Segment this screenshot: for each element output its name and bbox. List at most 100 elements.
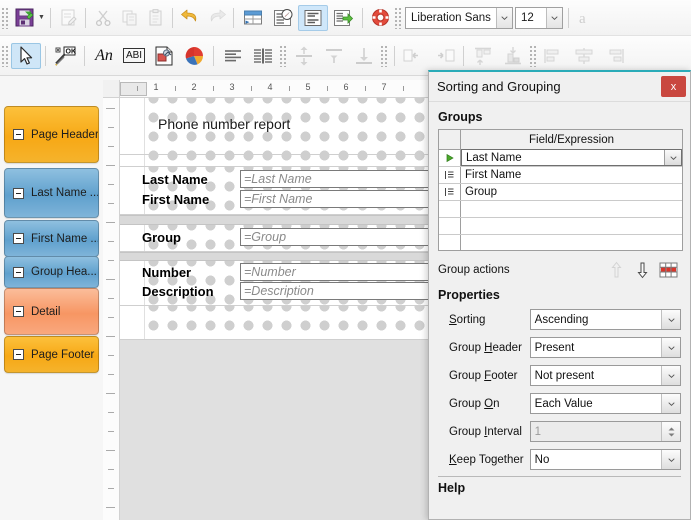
horizontal-ruler[interactable]: 1 2 3 4 5 6 7 bbox=[120, 80, 431, 98]
group-footer-combo[interactable]: Not present bbox=[529, 365, 681, 386]
insert-chart-button[interactable] bbox=[179, 43, 209, 69]
field-label-last-name[interactable]: Last Name bbox=[142, 172, 208, 187]
font-name-dropdown-icon[interactable] bbox=[496, 7, 512, 28]
dialog-titlebar[interactable]: Sorting and Grouping x bbox=[429, 72, 690, 102]
field-value-first-name[interactable]: =First Name bbox=[240, 190, 431, 208]
save-dropdown[interactable]: ▼ bbox=[37, 8, 46, 28]
control-wizards-toggle[interactable]: OK bbox=[50, 43, 80, 69]
group-field-cell[interactable]: Group bbox=[461, 184, 682, 200]
close-icon[interactable]: x bbox=[661, 76, 686, 97]
group-field-cell[interactable]: First Name bbox=[461, 167, 682, 183]
group-field-cell[interactable] bbox=[461, 235, 682, 250]
toolbar-grip[interactable] bbox=[1, 6, 9, 29]
report-design-canvas[interactable]: Phone number report Last Name =Last Name… bbox=[120, 98, 431, 520]
redo-button[interactable] bbox=[203, 5, 229, 31]
toolbar-grip[interactable] bbox=[279, 44, 287, 67]
toolbar-grip[interactable] bbox=[394, 6, 402, 29]
vertical-ruler[interactable] bbox=[103, 98, 120, 520]
align-left-button[interactable] bbox=[218, 43, 248, 69]
group-field-cell[interactable] bbox=[461, 201, 682, 217]
font-size-dropdown-icon[interactable] bbox=[546, 7, 562, 28]
object-forward-button[interactable] bbox=[429, 43, 459, 69]
group-field-dropdown-icon[interactable] bbox=[664, 150, 681, 165]
align-bottom-button[interactable] bbox=[349, 43, 379, 69]
band-last-name-group-header[interactable]: Last Name =Last Name First Name =First N… bbox=[120, 167, 431, 215]
field-value-last-name[interactable]: =Last Name bbox=[240, 170, 431, 188]
spinner-arrows-icon[interactable] bbox=[661, 422, 680, 441]
font-name-combo[interactable]: Liberation Sans bbox=[405, 6, 513, 29]
move-group-up-button[interactable] bbox=[603, 259, 629, 281]
collapse-minus-icon[interactable] bbox=[13, 233, 24, 244]
collapse-minus-icon[interactable] bbox=[13, 266, 24, 278]
insert-image-button[interactable] bbox=[149, 43, 179, 69]
align-object-bottom-button[interactable] bbox=[498, 43, 528, 69]
toolbar-grip[interactable] bbox=[529, 44, 537, 67]
distribute-left-button[interactable] bbox=[539, 43, 569, 69]
sorting-combo[interactable]: Ascending bbox=[529, 309, 681, 330]
execute-report-button[interactable] bbox=[328, 5, 358, 31]
field-label-description[interactable]: Description bbox=[142, 284, 214, 299]
band-page-header[interactable]: Phone number report bbox=[120, 98, 431, 155]
group-header-combo[interactable]: Present bbox=[529, 337, 681, 358]
add-field-button[interactable] bbox=[238, 5, 268, 31]
band-detail[interactable]: Number =Number Description =Description bbox=[120, 261, 431, 306]
chevron-down-icon[interactable] bbox=[661, 366, 680, 385]
groups-grid[interactable]: Field/Expression Last Name First Name Gr… bbox=[438, 129, 683, 251]
chevron-down-icon[interactable] bbox=[661, 394, 680, 413]
section-tab-page-footer[interactable]: Page Footer bbox=[4, 336, 99, 373]
section-tab-page-header[interactable]: Page Header bbox=[4, 106, 99, 163]
sorting-grouping-button[interactable] bbox=[298, 4, 328, 31]
align-justified-button[interactable] bbox=[248, 43, 278, 69]
band-group-header[interactable]: Group =Group bbox=[120, 225, 431, 252]
character-format-button[interactable]: a bbox=[573, 5, 599, 31]
group-field-cell[interactable]: Last Name bbox=[461, 149, 682, 166]
edit-file-button[interactable] bbox=[55, 5, 81, 31]
select-tool[interactable] bbox=[11, 42, 41, 69]
delete-group-button[interactable] bbox=[655, 259, 681, 281]
help-button[interactable] bbox=[367, 5, 393, 31]
group-row-empty[interactable] bbox=[439, 235, 682, 250]
toolbar-grip[interactable] bbox=[380, 44, 388, 67]
field-value-number[interactable]: =Number bbox=[240, 263, 431, 281]
field-label-number[interactable]: Number bbox=[142, 265, 191, 280]
field-label-first-name[interactable]: First Name bbox=[142, 192, 209, 207]
align-top-button[interactable] bbox=[319, 43, 349, 69]
section-tab-detail[interactable]: Detail bbox=[4, 288, 99, 335]
group-row-group[interactable]: Group bbox=[439, 184, 682, 201]
field-label-group[interactable]: Group bbox=[142, 230, 181, 245]
cut-button[interactable] bbox=[90, 5, 116, 31]
report-navigator-button[interactable] bbox=[268, 5, 298, 31]
section-tab-group-hea[interactable]: Group Hea... bbox=[4, 256, 99, 288]
undo-button[interactable] bbox=[177, 5, 203, 31]
group-row-first-name[interactable]: First Name bbox=[439, 167, 682, 184]
collapse-minus-icon[interactable] bbox=[13, 187, 24, 199]
field-value-description[interactable]: =Description bbox=[240, 282, 431, 300]
section-tab-last-name[interactable]: Last Name ... bbox=[4, 168, 99, 218]
paste-button[interactable] bbox=[142, 5, 168, 31]
group-field-cell[interactable] bbox=[461, 218, 682, 234]
font-size-combo[interactable]: 12 bbox=[515, 6, 563, 29]
group-row-last-name[interactable]: Last Name bbox=[439, 149, 682, 167]
insert-label-button[interactable]: An bbox=[89, 43, 119, 69]
collapse-minus-icon[interactable] bbox=[13, 306, 24, 317]
report-title-label[interactable]: Phone number report bbox=[158, 116, 290, 132]
insert-textbox-button[interactable]: ABI bbox=[119, 43, 149, 69]
group-on-combo[interactable]: Each Value bbox=[529, 393, 681, 414]
copy-button[interactable] bbox=[116, 5, 142, 31]
keep-together-combo[interactable]: No bbox=[529, 449, 681, 470]
section-tab-first-name[interactable]: First Name ... bbox=[4, 220, 99, 257]
move-group-down-button[interactable] bbox=[629, 259, 655, 281]
center-vertical-button[interactable] bbox=[289, 43, 319, 69]
band-page-footer[interactable] bbox=[120, 306, 431, 340]
align-object-top-button[interactable] bbox=[468, 43, 498, 69]
chevron-down-icon[interactable] bbox=[661, 450, 680, 469]
distribute-right-button[interactable] bbox=[599, 43, 629, 69]
save-button[interactable] bbox=[11, 5, 37, 31]
group-interval-spinner[interactable]: 1 bbox=[529, 421, 681, 442]
chevron-down-icon[interactable] bbox=[661, 310, 680, 329]
collapse-minus-icon[interactable] bbox=[13, 129, 24, 140]
group-row-empty[interactable] bbox=[439, 218, 682, 235]
collapse-minus-icon[interactable] bbox=[13, 349, 24, 360]
toolbar-grip[interactable] bbox=[1, 44, 9, 67]
distribute-center-button[interactable] bbox=[569, 43, 599, 69]
